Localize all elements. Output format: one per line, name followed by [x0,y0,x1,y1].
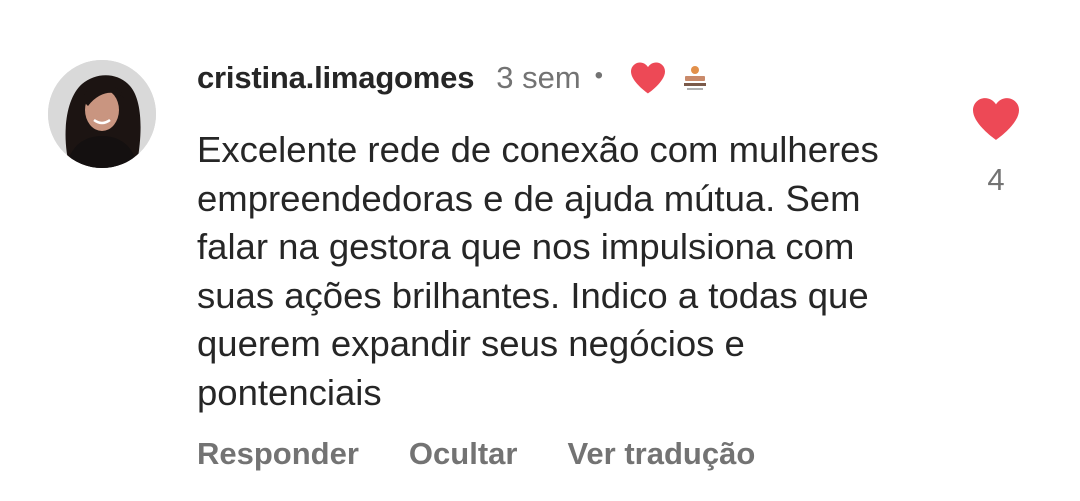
comment-text: Excelente rede de conexão com mulheres e… [197,129,879,413]
profile-photo [48,60,156,168]
comment-header: cristina.limagomes 3 sem • [197,56,712,100]
like-count[interactable]: 4 [987,162,1004,198]
translate-button[interactable]: Ver tradução [567,436,755,472]
header-separator: • [594,62,604,89]
creator-avatar-icon [679,62,712,94]
reply-button[interactable]: Responder [197,436,359,472]
user-avatar[interactable] [48,60,156,168]
creator-liked-heart-icon [629,61,667,95]
hide-button[interactable]: Ocultar [409,436,518,472]
username-link[interactable]: cristina.limagomes [197,60,474,96]
like-heart-icon[interactable] [970,96,1022,142]
comment-timestamp: 3 sem [496,60,581,95]
like-column: 4 [968,96,1024,198]
comment-actions: Responder Ocultar Ver tradução [197,436,755,472]
